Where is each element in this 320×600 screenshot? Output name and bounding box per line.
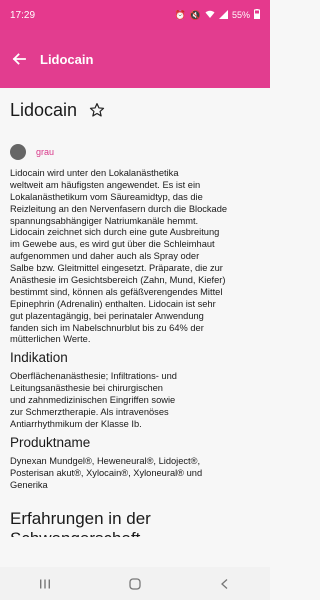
app-bar: Lidocain (0, 30, 270, 88)
recent-apps-icon (40, 579, 50, 588)
category-tag[interactable]: grau (36, 147, 54, 157)
home-button[interactable] (120, 569, 150, 599)
recent-apps-button[interactable] (30, 569, 60, 599)
chevron-left-icon (221, 578, 228, 589)
arrow-left-icon (12, 53, 26, 65)
alarm-icon: ⏰ (174, 9, 186, 20)
status-time: 17:29 (10, 9, 36, 21)
battery-icon (254, 9, 260, 21)
title-row: Lidocain (10, 96, 260, 124)
signal-icon (218, 9, 228, 21)
drug-detail: Lidocain grau Lidocain wird unter den Lo… (10, 96, 260, 537)
indication-heading: Indikation (10, 350, 68, 366)
back-nav-button[interactable] (210, 569, 240, 599)
products-text: Dynexan Mundgel®, Heweneural®, Lidoject®… (10, 455, 203, 490)
app-bar-title: Lidocain (40, 51, 94, 67)
indication-text: Oberflächenanästhesie; Infiltrations- un… (10, 371, 177, 429)
star-icon[interactable] (89, 102, 105, 118)
experience-heading: Erfahrungen in der Schwangerschaft (10, 509, 151, 537)
status-icons: ⏰ 🔇 55% (175, 9, 260, 21)
back-button[interactable] (10, 50, 28, 68)
battery-level: 55% (231, 10, 250, 20)
description-text: Lidocain wird unter den Lokalanästhetika… (10, 168, 228, 345)
system-nav-bar (0, 567, 270, 600)
category-dot-icon (10, 144, 26, 160)
category-row: grau (10, 144, 260, 160)
products-heading: Produktname (10, 434, 91, 450)
home-icon (129, 577, 141, 590)
status-bar: 17:29 ⏰ 🔇 55% (0, 0, 270, 30)
page-title: Lidocain (10, 99, 78, 120)
wifi-icon (205, 10, 215, 21)
mute-icon: 🔇 (189, 9, 201, 20)
